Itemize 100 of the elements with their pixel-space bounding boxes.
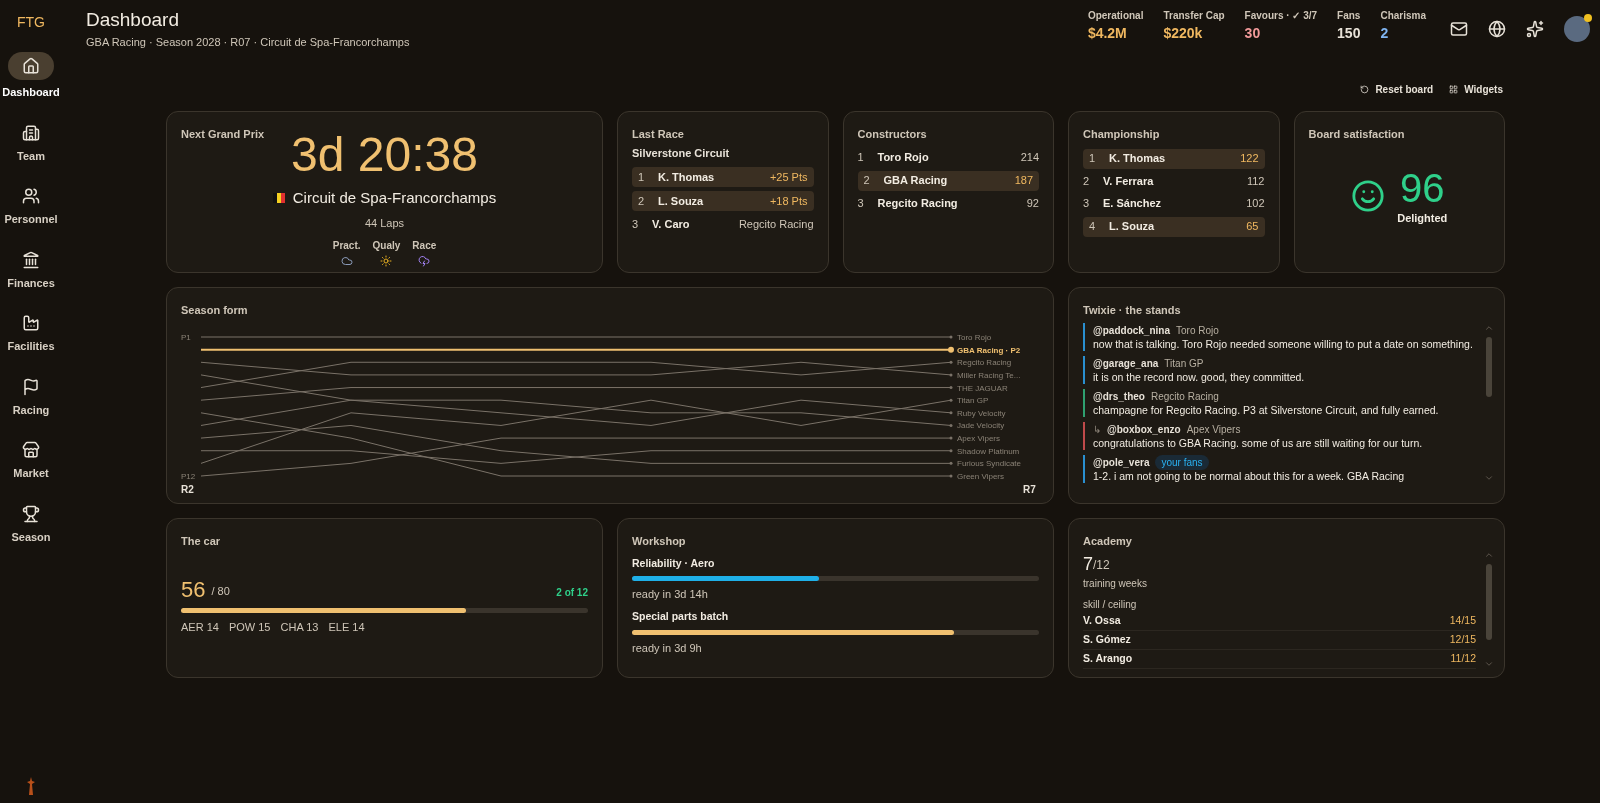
card-title: Academy [1083, 534, 1133, 549]
team-label: Regcito Racing [957, 357, 1012, 367]
job-name: Special parts batch [632, 608, 730, 624]
session-label: Qualy [372, 238, 401, 253]
card-title: Workshop [632, 534, 687, 549]
weeks-count: 7 [1083, 553, 1093, 574]
stat-value: 2 [1380, 24, 1390, 43]
nav-item[interactable]: Racing [0, 375, 62, 418]
sparkles-icon[interactable] [1526, 20, 1544, 38]
value: 102 [1246, 196, 1265, 212]
trainee-skill: 12/15 [1449, 631, 1476, 647]
position: 1 [1089, 151, 1097, 167]
position: 4 [1089, 219, 1097, 235]
team-label: THE JAGUAR [957, 383, 1008, 393]
team-label: Titan GP [957, 395, 989, 405]
card-title: Board satisfaction [1308, 127, 1406, 142]
post-text: congratulations to GBA Racing. some of us are still waiting for our turn. [1093, 436, 1424, 450]
team-label: Ruby Velocity [957, 408, 1006, 418]
post-team: Titan GP [1164, 356, 1204, 371]
card-title: Constructors [857, 127, 928, 142]
position: 3 [857, 196, 865, 212]
circuit-name: Circuit de Spa-Francorchamps [292, 187, 497, 208]
stat-label: Transfer Cap [1163, 9, 1225, 23]
flag-icon [272, 192, 285, 203]
position: 1 [857, 150, 865, 166]
axis-label: P1 [181, 332, 191, 342]
weeks-label: training weeks [1083, 576, 1148, 591]
car-stat: CHA 13 [280, 619, 319, 635]
satisfaction-score: 96 [1400, 166, 1445, 210]
session-label: Pract. [332, 238, 361, 253]
mail-icon[interactable] [1450, 20, 1468, 38]
value: +18 Pts [769, 193, 808, 209]
bank-icon [22, 250, 40, 269]
name: V. Ferrara [1103, 174, 1154, 190]
sun-icon [380, 254, 393, 267]
avatar[interactable] [1564, 16, 1590, 42]
team-label: Shadow Platinum [957, 446, 1020, 456]
position: 3 [632, 216, 640, 232]
axis-label: R7 [1023, 483, 1036, 495]
building-icon [22, 123, 40, 142]
team-label: Furious Syndicate [957, 458, 1022, 468]
trainee-name: V. Ossa [1083, 612, 1121, 628]
name: L. Souza [1109, 219, 1155, 235]
card-title: Championship [1083, 127, 1161, 142]
car-rank: 2 of 12 [556, 585, 588, 600]
reply-mark: ↳ [1093, 422, 1101, 437]
position: 2 [1083, 174, 1091, 190]
name: E. Sánchez [1103, 196, 1162, 212]
value: +25 Pts [769, 169, 808, 185]
trophy-icon [22, 504, 40, 523]
post-team: Regcito Racing [1151, 389, 1219, 404]
home-icon [22, 57, 40, 75]
nav-item[interactable]: Season [0, 502, 62, 545]
car-stat: POW 15 [228, 619, 271, 635]
board-action-button[interactable]: Widgets [1449, 82, 1503, 97]
name: K. Thomas [658, 169, 715, 185]
smiley-icon [1351, 179, 1386, 214]
value: 214 [1020, 150, 1039, 166]
flag-icon [22, 377, 40, 396]
post-handle: @pole_vera [1093, 455, 1150, 470]
store-icon [22, 441, 40, 459]
people-icon [22, 187, 40, 205]
position: 2 [863, 173, 871, 189]
weeks-total: /12 [1093, 556, 1110, 574]
nav-item[interactable]: Team [0, 121, 62, 164]
nav-item[interactable]: Personnel [0, 185, 62, 228]
job-name: Reliability · Aero [632, 555, 716, 571]
value: 92 [1026, 196, 1039, 212]
stat-value: $4.2M [1087, 24, 1128, 43]
card-title: Twixie · the stands [1083, 303, 1182, 318]
stat-value: 30 [1244, 24, 1262, 43]
board-action-button[interactable]: Reset board [1360, 82, 1434, 97]
nav-item[interactable]: Dashboard [0, 52, 62, 101]
post-text: it is on the record now. good, they committed. [1093, 370, 1306, 384]
list-label: skill / ceiling [1083, 597, 1138, 612]
nav-item[interactable]: Finances [0, 248, 62, 291]
page-title: Dashboard [86, 8, 180, 32]
value: Regcito Racing [738, 216, 814, 232]
team-label: Jade Velocity [957, 420, 1005, 430]
nav-item[interactable]: Facilities [0, 312, 62, 355]
nav-item[interactable]: Market [0, 439, 62, 482]
post-handle: @garage_ana [1093, 356, 1159, 371]
cloud-icon [340, 254, 353, 267]
grid-icon [1449, 85, 1459, 94]
circuit-name: Silverstone Circuit [632, 145, 731, 161]
team-label: Apex Vipers [957, 433, 1000, 443]
card-title: Next Grand Prix [181, 127, 266, 142]
position: 1 [638, 169, 646, 185]
storm-cloud-icon [418, 254, 431, 267]
value: 187 [1014, 173, 1033, 189]
axis-label: R2 [181, 483, 194, 495]
stat-value: $220k [1163, 24, 1204, 43]
stat-label: Operational [1087, 9, 1144, 23]
globe-icon[interactable] [1488, 20, 1506, 38]
axis-label: P12 [181, 471, 196, 481]
job-eta: ready in 3d 14h [632, 587, 709, 603]
name: K. Thomas [1109, 151, 1166, 167]
countdown: 3d 20:38 [291, 126, 478, 183]
team-label: Green Vipers [957, 471, 1004, 481]
post-handle: @boxbox_enzo [1107, 422, 1181, 437]
